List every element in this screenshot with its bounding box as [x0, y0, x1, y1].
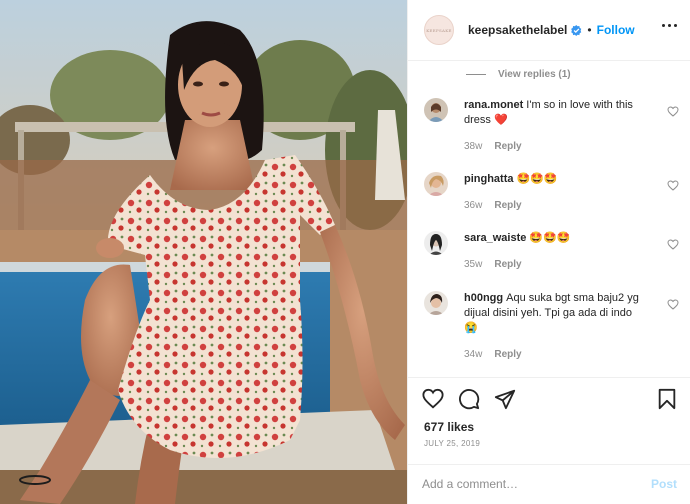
like-comment-heart-icon[interactable] — [667, 239, 679, 250]
commenter-avatar[interactable] — [424, 98, 448, 122]
account-avatar-logo: KEEPSAKE — [426, 27, 452, 33]
commenter-avatar[interactable] — [424, 231, 448, 255]
follow-button[interactable]: Follow — [597, 23, 635, 37]
more-options-icon[interactable] — [662, 24, 677, 27]
add-comment-input[interactable] — [422, 477, 622, 491]
comment-username[interactable]: rana.monet — [464, 99, 523, 111]
comment-meta: 38w Reply — [464, 141, 522, 152]
view-replies-button[interactable]: View replies (1) — [466, 69, 571, 80]
add-comment-bar: Post — [408, 464, 690, 504]
comment-body: sara_waiste 🤩🤩🤩 — [464, 231, 644, 246]
post-header: KEEPSAKE keepsakethelabel • Follow — [408, 0, 690, 61]
account-username[interactable]: keepsakethelabel — [468, 23, 567, 37]
reply-button[interactable]: Reply — [494, 259, 521, 270]
like-comment-heart-icon[interactable] — [667, 299, 679, 310]
post-sidebar: KEEPSAKE keepsakethelabel • Follow View … — [407, 0, 690, 504]
comment-age[interactable]: 35w — [464, 259, 482, 270]
comment-username[interactable]: pinghatta — [464, 173, 514, 185]
header-separator: • — [587, 23, 592, 37]
comment-meta: 34w Reply — [464, 349, 522, 360]
action-icons — [422, 388, 516, 410]
comment-body: pinghatta 🤩🤩🤩 — [464, 172, 644, 187]
reply-button[interactable]: Reply — [494, 349, 521, 360]
verified-badge-icon — [571, 24, 582, 36]
comment-meta: 35w Reply — [464, 259, 522, 270]
post-photo[interactable] — [0, 0, 407, 504]
account-avatar[interactable]: KEEPSAKE — [424, 15, 454, 45]
share-send-icon[interactable] — [494, 388, 516, 410]
likes-count[interactable]: 677 likes — [424, 420, 474, 434]
post-comment-button[interactable]: Post — [651, 477, 677, 491]
comment-meta: 36w Reply — [464, 200, 522, 211]
save-bookmark-icon[interactable] — [657, 388, 677, 410]
replies-divider-line — [466, 74, 486, 75]
post-date[interactable]: JULY 25, 2019 — [424, 439, 480, 448]
comment-age[interactable]: 34w — [464, 349, 482, 360]
comment-bubble-icon[interactable] — [458, 388, 480, 410]
comment-username[interactable]: h00ngg — [464, 292, 503, 304]
like-heart-icon[interactable] — [422, 388, 444, 410]
commenter-avatar[interactable] — [424, 172, 448, 196]
like-comment-heart-icon[interactable] — [667, 180, 679, 191]
view-replies-label: View replies (1) — [498, 69, 571, 80]
like-comment-heart-icon[interactable] — [667, 106, 679, 117]
reply-button[interactable]: Reply — [494, 200, 521, 211]
reply-button[interactable]: Reply — [494, 141, 521, 152]
post-photo-illustration — [0, 0, 407, 504]
comment-body: rana.monet I'm so in love with this dress… — [464, 98, 644, 128]
comment-age[interactable]: 38w — [464, 141, 482, 152]
commenter-avatar[interactable] — [424, 291, 448, 315]
comment-body: h00ngg Aqu suka bgt sma baju2 yg dijual d… — [464, 291, 644, 336]
comment-text: 🤩🤩🤩 — [516, 173, 558, 185]
comments-list[interactable]: View replies (1) rana.monet I'm so in lov… — [408, 62, 690, 376]
comment-age[interactable]: 36w — [464, 200, 482, 211]
comment-text: 🤩🤩🤩 — [529, 232, 571, 244]
comment-username[interactable]: sara_waiste — [464, 232, 526, 244]
post-actions: 677 likes JULY 25, 2019 Post — [408, 377, 690, 504]
